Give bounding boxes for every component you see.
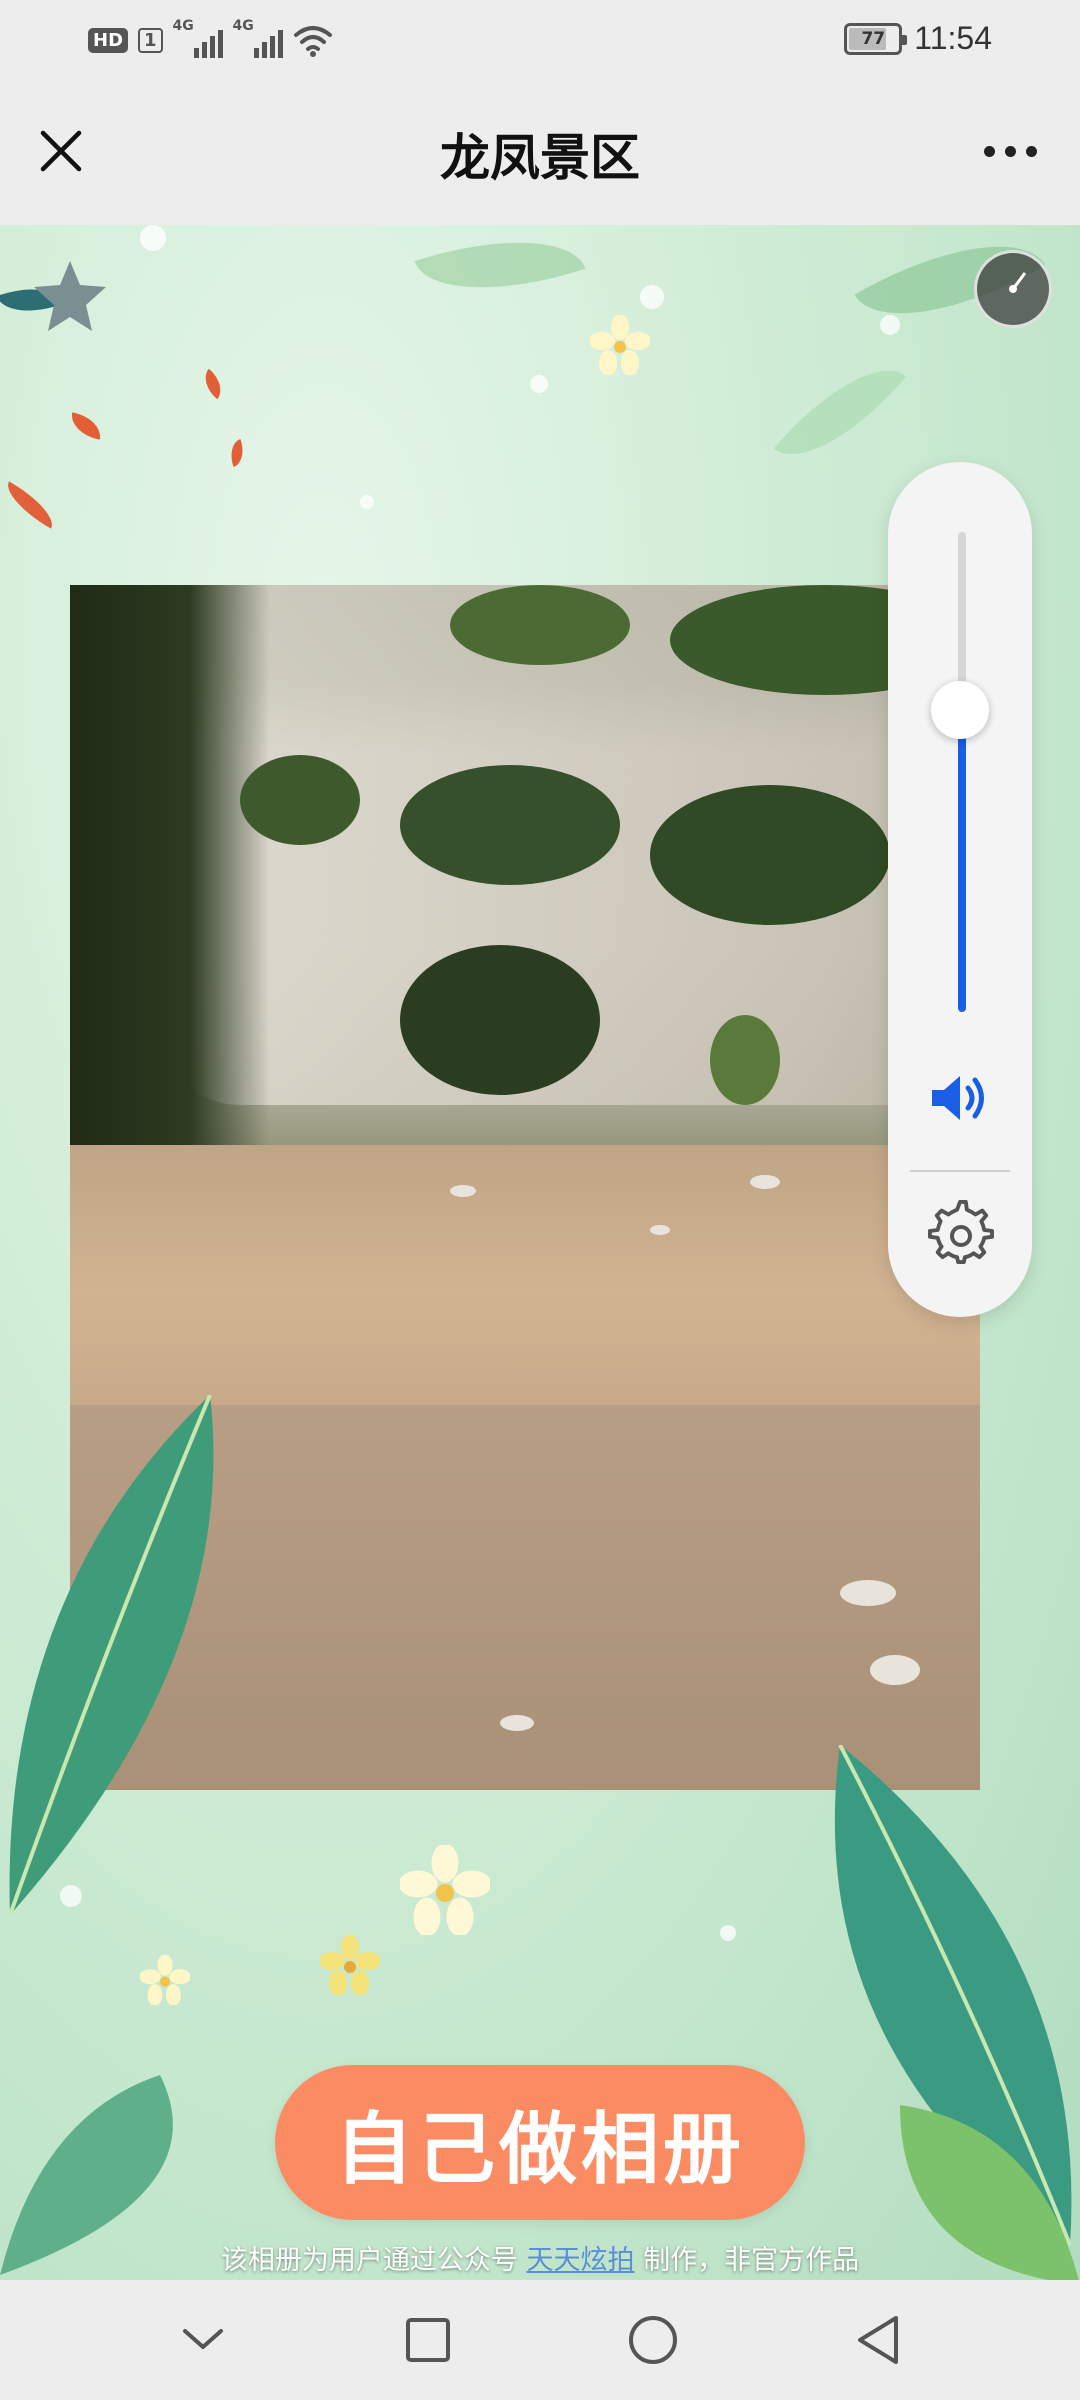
footer-note: 该相册为用户通过公众号 天天炫拍 制作，非官方作品 [0,2238,1080,2277]
square-icon [405,2318,450,2362]
music-disc-icon [1009,272,1027,293]
nav-recents-button[interactable] [388,2300,468,2380]
nav-hide-button[interactable] [163,2300,243,2380]
nav-home-button[interactable] [613,2300,693,2380]
network-type-label: 4G [232,18,254,34]
battery-icon: 77 [844,22,908,55]
volume-slider[interactable] [958,532,966,1012]
gear-icon[interactable] [928,1200,994,1266]
hd-badge: HD [88,27,129,53]
wifi-icon [293,26,332,57]
star-icon [34,261,106,331]
flower-icon [140,1955,190,2005]
title-bar: 龙凤景区 [0,80,1080,225]
volume-slider-thumb[interactable] [931,680,989,739]
page-title: 龙凤景区 [440,129,640,187]
more-button[interactable] [970,120,1050,182]
network-type-label: 4G [172,18,194,34]
status-right: 77 11:54 [844,20,992,57]
sim-badge: 1 [138,27,163,53]
volume-panel [888,462,1032,1317]
make-album-button[interactable]: 自己做相册 [275,2065,805,2220]
signal-icon: 4G [173,18,223,58]
official-account-link[interactable]: 天天炫拍 [527,2245,635,2276]
triangle-back-icon [857,2316,898,2364]
chevron-down-icon [182,2329,223,2349]
volume-fill [958,709,966,1012]
status-left: HD 1 4G 4G [88,18,333,58]
status-bar: HD 1 4G 4G 77 11:54 [0,0,1080,80]
more-icon [983,145,995,157]
footer-text: 该相册为用户通过公众号 [220,2245,518,2276]
divider [910,1170,1010,1172]
battery-level: 77 [861,28,886,49]
circle-icon [628,2316,677,2364]
footer-text: 制作，非官方作品 [643,2245,860,2276]
system-nav-bar [0,2280,1080,2400]
flower-icon [400,1845,490,1935]
clock: 11:54 [914,20,992,56]
speaker-icon[interactable] [928,1070,992,1126]
flower-icon [320,1935,380,1995]
signal-icon: 4G [233,18,283,58]
decorative-leaf [8,1395,214,1915]
flower-icon [590,315,650,375]
nav-back-button[interactable] [838,2300,918,2380]
music-record-button[interactable] [974,250,1052,328]
